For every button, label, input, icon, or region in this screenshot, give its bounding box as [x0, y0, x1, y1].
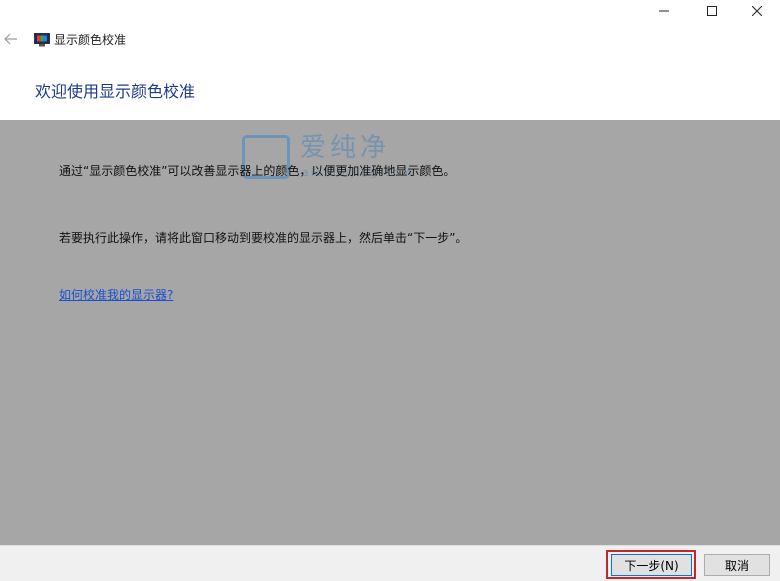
content-area [0, 120, 780, 545]
minimize-icon [659, 10, 669, 12]
maximize-icon [707, 6, 717, 16]
window-title: 显示颜色校准 [54, 33, 127, 47]
back-arrow-icon [4, 33, 17, 45]
cancel-button[interactable]: 取消 [704, 554, 770, 576]
minimize-button[interactable] [641, 0, 687, 22]
display-color-icon [34, 33, 50, 47]
help-link[interactable]: 如何校准我的显示器? [59, 287, 173, 303]
page-heading: 欢迎使用显示颜色校准 [35, 82, 196, 101]
back-button[interactable] [4, 32, 20, 48]
intro-paragraph: 通过“显示颜色校准”可以改善显示器上的颜色，以便更加准确地显示颜色。 [59, 164, 456, 178]
next-button[interactable]: 下一步(N) [611, 554, 692, 576]
close-button[interactable] [734, 0, 780, 22]
watermark-text: 爱纯净 [300, 133, 391, 163]
close-icon [752, 6, 762, 16]
maximize-button[interactable] [689, 0, 735, 22]
instruction-paragraph: 若要执行此操作，请将此窗口移动到要校准的显示器上，然后单击“下一步”。 [59, 231, 468, 245]
